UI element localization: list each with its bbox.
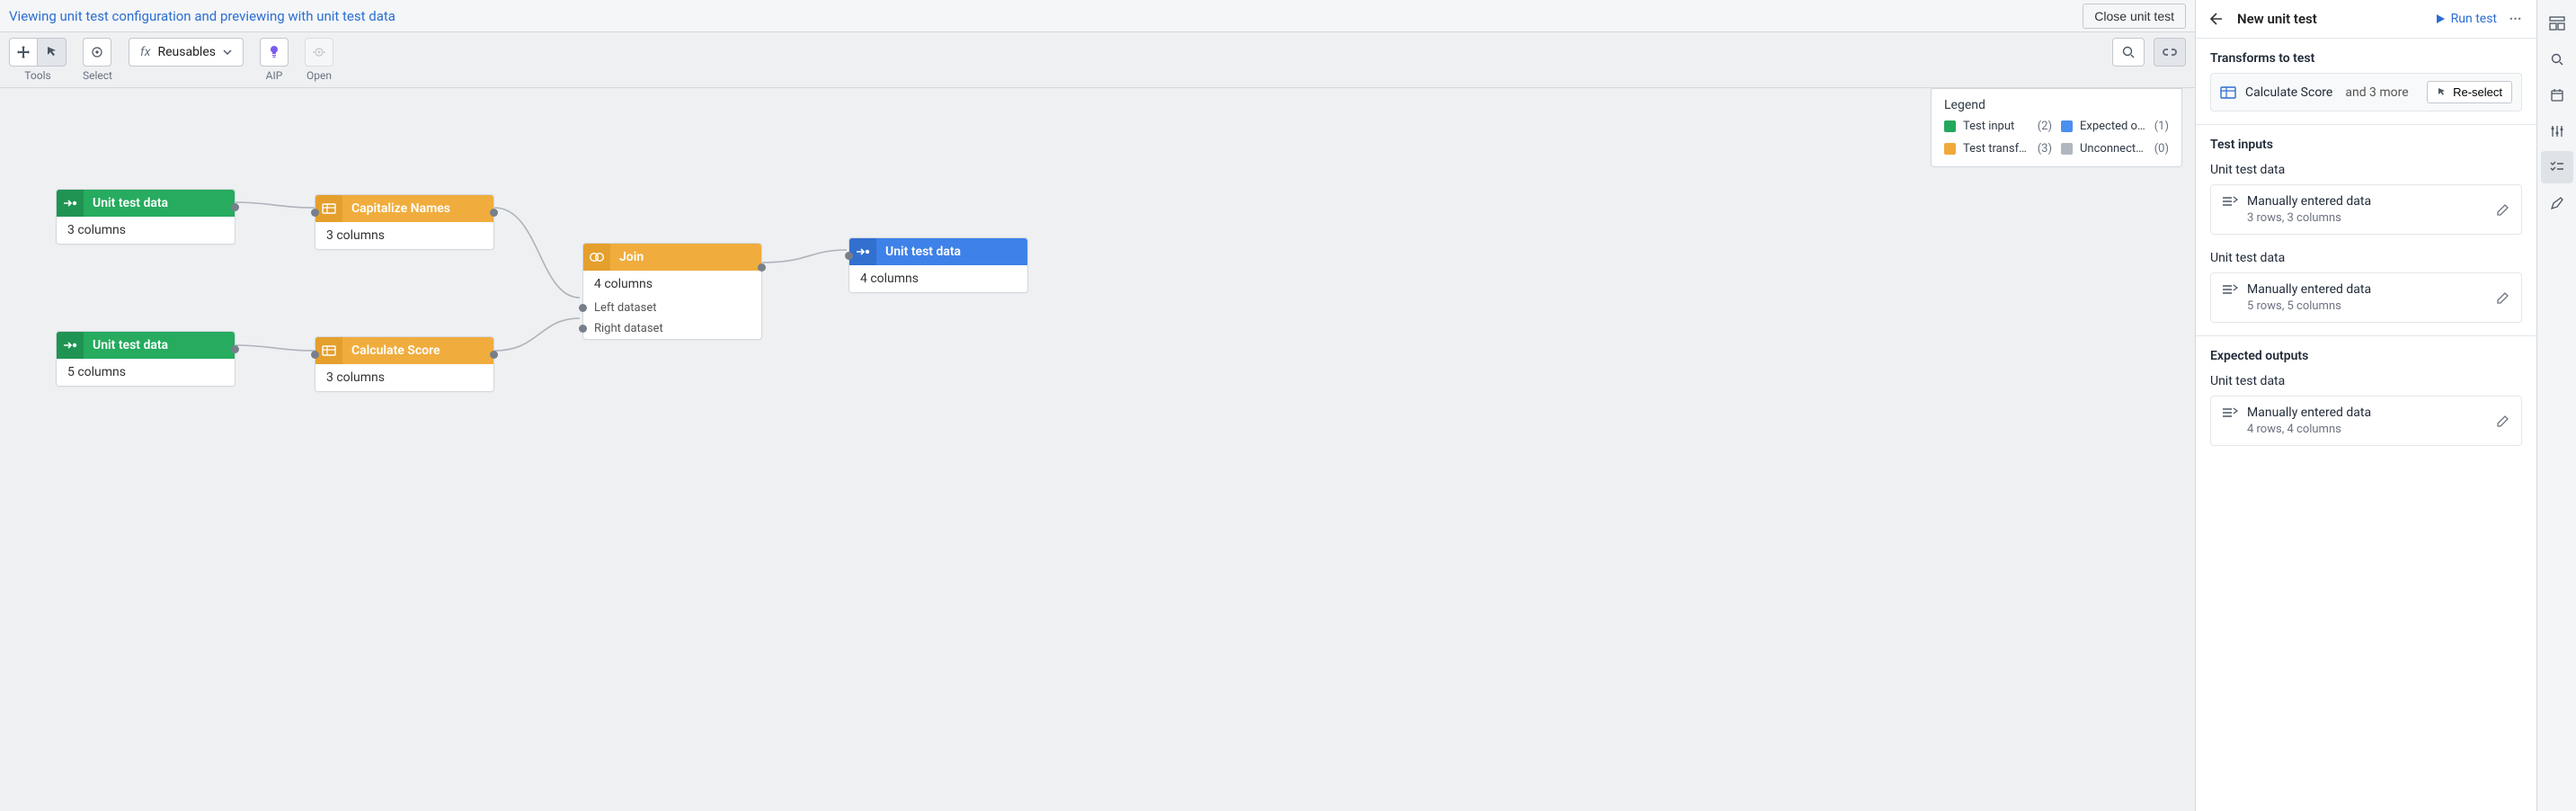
banner-text: Viewing unit test configuration and prev… [9, 8, 395, 24]
node-input-1[interactable]: Unit test data 3 columns [56, 189, 235, 245]
reusables-dropdown[interactable]: fx Reusables [129, 38, 244, 67]
node-join[interactable]: Join 4 columns Left dataset Right datase… [582, 243, 762, 340]
swatch-green-icon [1944, 120, 1956, 132]
search-icon [2550, 52, 2564, 67]
transform-icon [315, 337, 342, 364]
aip-label: AIP [266, 69, 283, 82]
layout-icon [2549, 16, 2565, 31]
legend-item-expected-output: Expected output (1) [2061, 120, 2169, 133]
graph-canvas[interactable]: Legend Test input (2) Expected output (1… [0, 88, 2195, 811]
select-label: Select [83, 69, 112, 82]
legend-title: Legend [1944, 98, 2169, 112]
link-toggle-button[interactable] [2154, 38, 2186, 67]
output-icon [849, 238, 876, 265]
legend-item-unconnected: Unconnected dat… (0) [2061, 142, 2169, 156]
join-left-port: Left dataset [583, 298, 761, 318]
back-button[interactable] [2207, 9, 2226, 29]
rail-checklist-button[interactable] [2541, 151, 2573, 183]
select-icon [2437, 87, 2447, 98]
rail-sliders-button[interactable] [2541, 115, 2573, 147]
toolbar: Tools Select fx Reusables [0, 32, 2195, 88]
pen-icon [2550, 196, 2564, 210]
node-calculate-score[interactable]: Calculate Score 3 columns [315, 336, 494, 392]
input-card-1[interactable]: Manually entered data 3 rows, 3 columns [2210, 184, 2522, 235]
run-test-button[interactable]: Run test [2435, 12, 2497, 26]
unit-test-panel: New unit test Run test ⋯ Transforms to t… [2195, 0, 2536, 811]
close-unit-test-button[interactable]: Close unit test [2083, 4, 2186, 29]
move-tool-button[interactable] [9, 38, 38, 67]
legend: Legend Test input (2) Expected output (1… [1931, 88, 2182, 167]
reselect-button[interactable]: Re-select [2427, 81, 2512, 103]
swatch-gray-icon [2061, 143, 2073, 155]
sliders-icon [2550, 124, 2564, 138]
manual-data-icon [2222, 195, 2238, 208]
input-1-name: Unit test data [2196, 159, 2536, 184]
fx-icon: fx [140, 45, 150, 59]
rail-search-button[interactable] [2541, 43, 2573, 76]
legend-item-test-transform: Test transform (3) [1944, 142, 2052, 156]
output-1-name: Unit test data [2196, 370, 2536, 396]
checklist-icon [2550, 160, 2564, 174]
join-right-port: Right dataset [583, 318, 761, 339]
outputs-heading: Expected outputs [2196, 336, 2536, 370]
search-icon [2121, 45, 2136, 59]
transform-icon [315, 195, 342, 222]
chevron-down-icon [223, 48, 232, 57]
search-button[interactable] [2112, 38, 2145, 67]
join-icon [583, 244, 610, 271]
node-input-2[interactable]: Unit test data 5 columns [56, 331, 235, 387]
legend-item-test-input: Test input (2) [1944, 120, 2052, 133]
open-button [305, 38, 333, 67]
right-rail [2536, 0, 2576, 811]
panel-title: New unit test [2237, 11, 2317, 27]
edit-icon[interactable] [2496, 202, 2510, 217]
node-capitalize-names[interactable]: Capitalize Names 3 columns [315, 194, 494, 250]
play-icon [2435, 13, 2446, 24]
manual-data-icon [2222, 283, 2238, 296]
tools-label: Tools [24, 69, 50, 82]
reusables-label: Reusables [157, 45, 216, 59]
node-output[interactable]: Unit test data 4 columns [848, 237, 1028, 293]
manual-data-icon [2222, 406, 2238, 419]
transform-icon [2220, 85, 2236, 101]
aip-button[interactable] [260, 38, 289, 67]
input-icon [57, 190, 84, 217]
edit-icon[interactable] [2496, 414, 2510, 428]
arrow-left-icon [2209, 12, 2224, 26]
target-tool-button[interactable] [83, 38, 111, 67]
calendar-icon [2550, 88, 2564, 102]
rail-layout-button[interactable] [2541, 7, 2573, 40]
swatch-blue-icon [2061, 120, 2073, 132]
inputs-heading: Test inputs [2196, 125, 2536, 159]
transforms-selection: Calculate Score and 3 more Re-select [2210, 73, 2522, 111]
input-card-2[interactable]: Manually entered data 5 rows, 5 columns [2210, 272, 2522, 323]
transforms-heading: Transforms to test [2196, 39, 2536, 73]
swatch-yellow-icon [1944, 143, 1956, 155]
open-label: Open [306, 69, 332, 82]
input-icon [57, 332, 84, 359]
link-icon [2162, 47, 2178, 58]
select-tool-button[interactable] [38, 38, 67, 67]
edit-icon[interactable] [2496, 290, 2510, 305]
rail-calendar-button[interactable] [2541, 79, 2573, 111]
input-2-name: Unit test data [2196, 247, 2536, 272]
more-button[interactable]: ⋯ [2506, 12, 2526, 26]
output-card-1[interactable]: Manually entered data 4 rows, 4 columns [2210, 396, 2522, 446]
info-banner: Viewing unit test configuration and prev… [0, 0, 2195, 32]
rail-pen-button[interactable] [2541, 187, 2573, 219]
